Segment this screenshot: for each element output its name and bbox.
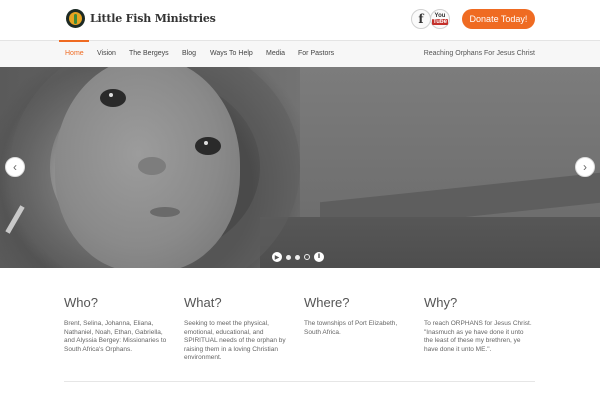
fish-tree-logo-icon — [66, 9, 85, 28]
slider-prev-button[interactable]: ‹ — [5, 157, 25, 177]
info-column-text: Seeking to meet the physical, emotional,… — [184, 320, 286, 362]
hero-slider[interactable] — [0, 67, 600, 268]
chevron-right-icon: › — [583, 160, 587, 174]
info-column-title: Where? — [304, 295, 350, 310]
nav-item-for-pastors[interactable]: For Pastors — [298, 41, 334, 67]
info-column-text: The townships of Port Elizabeth, South A… — [304, 320, 398, 336]
info-column-what: What? Seeking to meet the physical, emot… — [184, 295, 294, 363]
info-column-title: Who? — [64, 295, 98, 310]
info-column-why: Why? To reach ORPHANS for Jesus Christ. … — [424, 295, 534, 354]
info-column-title: Why? — [424, 295, 458, 310]
nav-item-vision[interactable]: Vision — [97, 41, 116, 67]
site-name: Little Fish Ministries — [90, 12, 216, 25]
slider-pagination: ▶ ǁ — [272, 252, 324, 262]
slide-child-eye-right — [195, 137, 221, 155]
main-nav: Home Vision The Bergeys Blog Ways To Hel… — [0, 40, 600, 67]
info-column-where: Where? The townships of Port Elizabeth, … — [304, 295, 414, 337]
nav-item-home[interactable]: Home — [65, 41, 84, 67]
site-header: Little Fish Ministries f You Tube Donate… — [0, 0, 600, 40]
nav-item-blog[interactable]: Blog — [182, 41, 196, 67]
facebook-icon[interactable]: f — [411, 9, 431, 29]
nav-tagline: Reaching Orphans For Jesus Christ — [423, 50, 535, 57]
slide-child-eye-left — [100, 89, 126, 107]
facebook-glyph: f — [418, 12, 424, 26]
play-icon: ▶ — [274, 254, 280, 261]
chevron-left-icon: ‹ — [13, 160, 17, 174]
youtube-text-bottom: Tube — [432, 19, 448, 25]
nav-item-ways-to-help[interactable]: Ways To Help — [210, 41, 253, 67]
section-divider — [64, 381, 535, 382]
youtube-icon[interactable]: You Tube — [430, 9, 450, 29]
slider-play-button[interactable]: ▶ — [272, 252, 282, 262]
info-column-text: To reach ORPHANS for Jesus Christ. "Inas… — [424, 320, 532, 353]
donate-button[interactable]: Donate Today! — [462, 9, 535, 29]
site-logo[interactable]: Little Fish Ministries — [66, 9, 216, 28]
nav-item-the-bergeys[interactable]: The Bergeys — [129, 41, 169, 67]
slide-child-mouth — [150, 207, 180, 217]
slide-child-nose — [138, 157, 166, 175]
slider-dot-1[interactable] — [286, 254, 291, 260]
info-column-who: Who? Brent, Selina, Johanna, Eliana, Nat… — [64, 295, 174, 354]
pause-icon: ǁ — [317, 254, 321, 260]
slider-dot-2[interactable] — [295, 254, 300, 260]
info-column-title: What? — [184, 295, 222, 310]
slider-dot-3[interactable] — [304, 254, 310, 260]
slider-pause-button[interactable]: ǁ — [314, 252, 324, 262]
slider-next-button[interactable]: › — [575, 157, 595, 177]
nav-item-media[interactable]: Media — [266, 41, 285, 67]
info-column-text: Brent, Selina, Johanna, Eliana, Nathanie… — [64, 320, 167, 353]
